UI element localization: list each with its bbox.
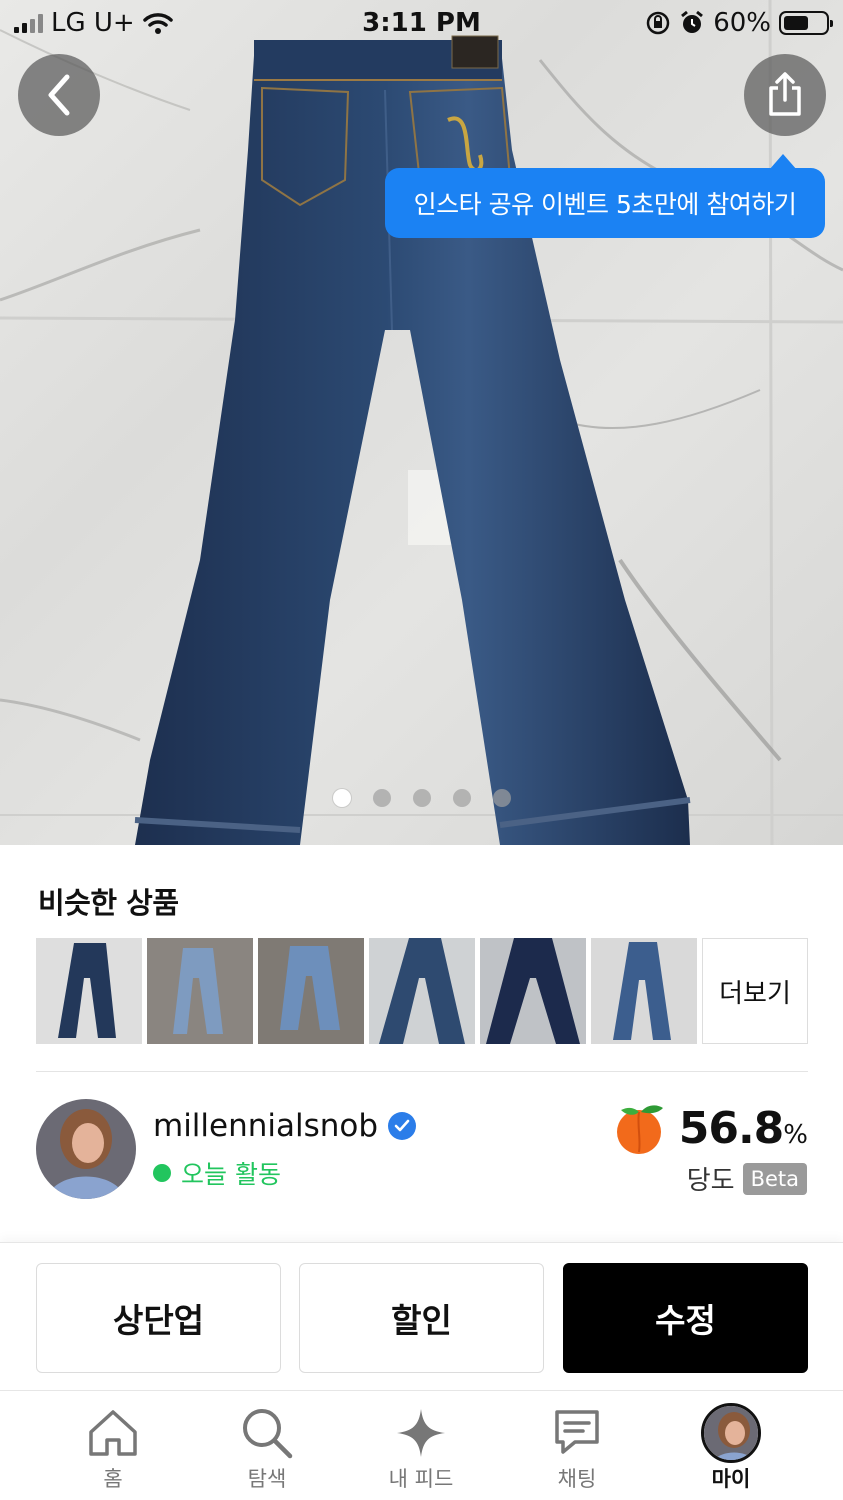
similar-items-title: 비슷한 상품 (38, 886, 179, 920)
similar-item-thumbnail[interactable] (147, 938, 253, 1044)
search-icon (243, 1409, 293, 1459)
tab-home[interactable]: 홈 (48, 1391, 178, 1500)
my-avatar (701, 1403, 761, 1463)
share-icon (769, 72, 801, 116)
bump-button[interactable]: 상단업 (36, 1263, 281, 1373)
tab-explore[interactable]: 탐색 (202, 1391, 332, 1500)
chat-icon (555, 1410, 599, 1454)
battery-percent: 60% (713, 8, 771, 38)
tab-chat-label: 채팅 (557, 1467, 597, 1491)
seller-activity: 오늘 활동 (153, 1155, 281, 1191)
similar-items-list: 더보기 (36, 938, 808, 1044)
tab-feed[interactable]: 내 피드 (356, 1391, 486, 1500)
back-button[interactable] (18, 54, 100, 136)
pager-dot[interactable] (412, 789, 431, 807)
tab-feed-label: 내 피드 (388, 1467, 454, 1491)
sparkle-icon (397, 1409, 445, 1457)
see-more-label: 더보기 (719, 978, 791, 1009)
alarm-icon (681, 10, 704, 33)
pager-dot[interactable] (492, 789, 511, 807)
battery-icon (779, 11, 833, 35)
discount-button[interactable]: 할인 (299, 1263, 544, 1373)
bump-label: 상단업 (112, 1301, 205, 1340)
activity-text: 오늘 활동 (181, 1160, 281, 1189)
seller-username: millennialsnob (153, 1108, 379, 1144)
sweetness-unit: % (783, 1119, 808, 1150)
tab-explore-label: 탐색 (247, 1467, 287, 1491)
pager-dot[interactable] (372, 789, 391, 807)
orientation-lock-icon (646, 11, 670, 35)
pager-dot[interactable] (452, 789, 471, 807)
product-image (0, 0, 843, 845)
pager-dot[interactable] (332, 789, 351, 807)
share-button[interactable] (744, 54, 826, 136)
tooltip-text: 인스타 공유 이벤트 5초만에 참여하기 (413, 190, 797, 219)
similar-item-thumbnail[interactable] (258, 938, 364, 1044)
online-dot-icon (153, 1164, 171, 1182)
see-more-button[interactable]: 더보기 (702, 938, 808, 1044)
edit-label: 수정 (655, 1301, 716, 1340)
tab-home-label: 홈 (103, 1467, 123, 1491)
tab-my[interactable]: 마이 (666, 1391, 796, 1500)
similar-item-thumbnail[interactable] (591, 938, 697, 1044)
similar-item-thumbnail[interactable] (36, 938, 142, 1044)
seller-name[interactable]: millennialsnob (153, 1108, 417, 1144)
divider (36, 1071, 808, 1072)
image-pager[interactable] (0, 789, 843, 807)
sweetness-label-row: 당도 Beta (687, 1160, 807, 1197)
chevron-left-icon (48, 74, 70, 116)
verified-badge-icon (388, 1112, 417, 1140)
edit-button[interactable]: 수정 (563, 1263, 808, 1373)
sweetness-label: 당도 (686, 1166, 735, 1196)
similar-item-thumbnail[interactable] (369, 938, 475, 1044)
instagram-event-tooltip[interactable]: 인스타 공유 이벤트 5초만에 참여하기 (385, 154, 825, 238)
bottom-tab-bar: 홈 탐색 내 피드 채팅 마이 (0, 1390, 843, 1500)
tab-chat[interactable]: 채팅 (512, 1391, 642, 1500)
tab-my-label: 마이 (711, 1467, 751, 1491)
seller-avatar[interactable] (36, 1099, 136, 1199)
product-photo[interactable]: LG U+ 3:11 PM 60% 인스타 공유 이벤트 5초만에 참여하기 (0, 0, 843, 845)
sweetness-score[interactable]: 56.8% (611, 1100, 808, 1156)
beta-badge: Beta (742, 1162, 807, 1195)
peach-icon (616, 1105, 663, 1154)
home-icon (89, 1410, 137, 1456)
discount-label: 할인 (391, 1301, 452, 1340)
status-bar: LG U+ 3:11 PM 60% (0, 0, 843, 46)
similar-item-thumbnail[interactable] (480, 938, 586, 1044)
action-bar: 상단업 할인 수정 (0, 1242, 843, 1390)
sweetness-value: 56.8 (678, 1102, 785, 1154)
